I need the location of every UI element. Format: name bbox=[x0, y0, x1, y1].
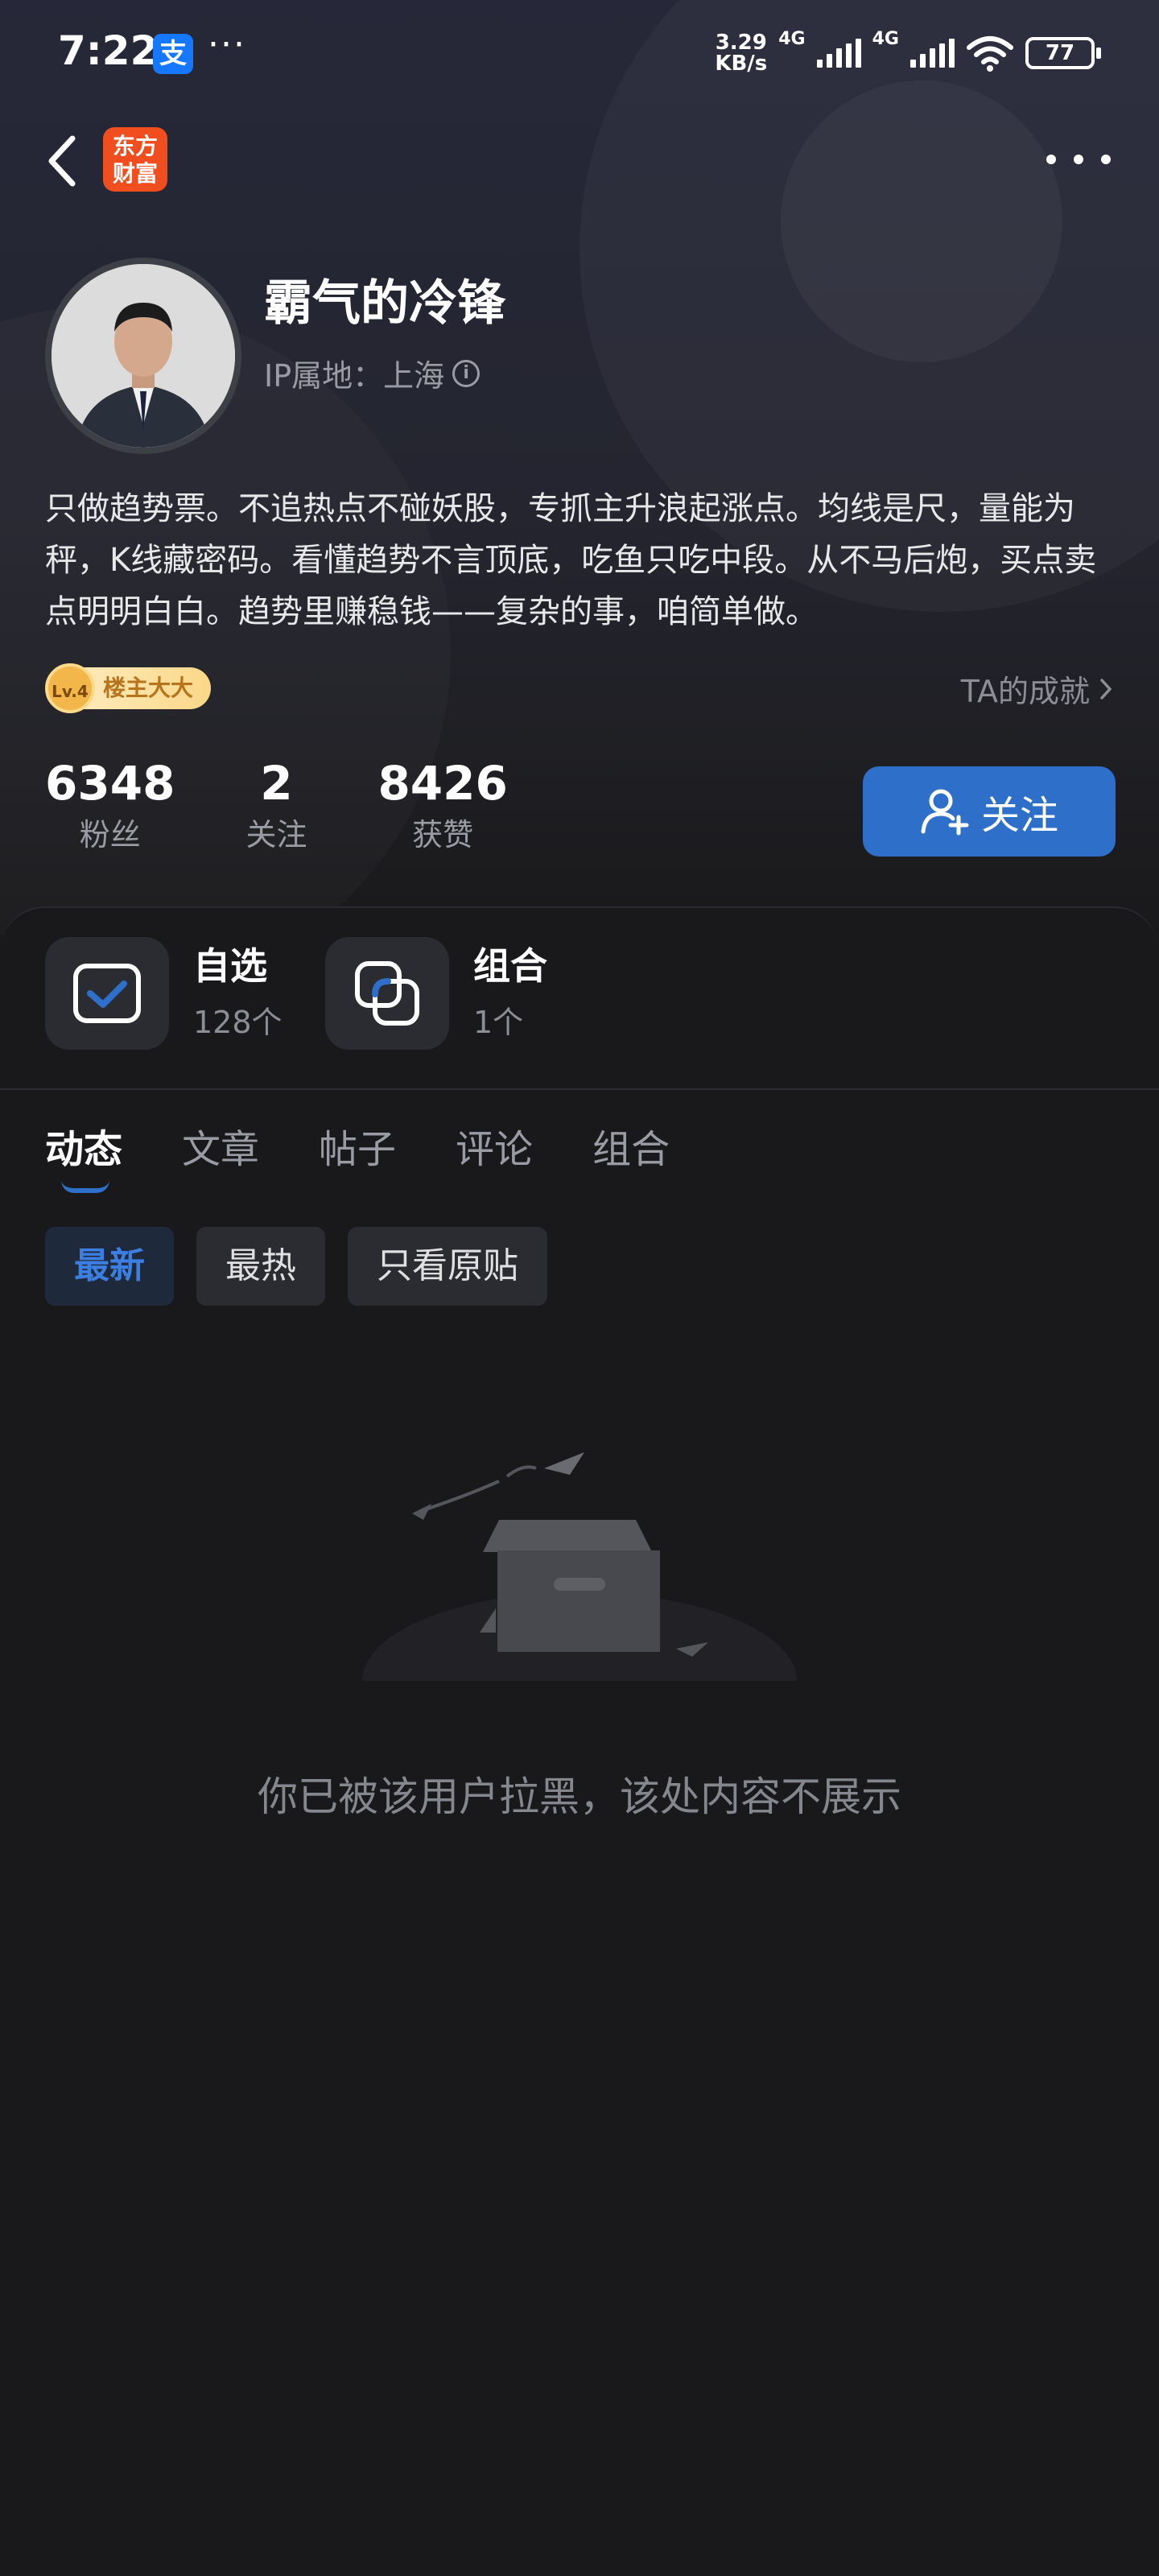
tab-posts[interactable]: 帖子 bbox=[319, 1117, 396, 1182]
level-icon: Lv.4 bbox=[45, 663, 95, 713]
empty-state-message: 你已被该用户拉黑，该处内容不展示 bbox=[258, 1773, 901, 1820]
back-button[interactable] bbox=[40, 129, 89, 193]
quick-link-count: 1个 bbox=[473, 1005, 524, 1040]
tab-portfolios[interactable]: 组合 bbox=[592, 1117, 670, 1182]
follow-button[interactable]: 关注 bbox=[863, 766, 1116, 857]
alipay-notification-icon: 支 bbox=[153, 34, 193, 74]
network-speed: 3.29 KB/s bbox=[715, 32, 767, 74]
tab-articles[interactable]: 文章 bbox=[182, 1117, 259, 1182]
stat-value: 2 bbox=[260, 756, 293, 811]
stat-value: 8426 bbox=[377, 756, 508, 811]
more-options-button[interactable] bbox=[1046, 135, 1111, 184]
stat-label: 粉丝 bbox=[79, 817, 141, 852]
quick-link-watchlist[interactable]: 自选 128个 bbox=[45, 937, 283, 1050]
chevron-left-icon bbox=[48, 135, 76, 187]
network-speed-value: 3.29 bbox=[715, 31, 767, 55]
more-dot-icon bbox=[1046, 155, 1056, 164]
ip-location: IP属地：上海 bbox=[264, 358, 445, 394]
chevron-right-icon bbox=[1100, 678, 1112, 700]
filter-chips: 最新 最热 只看原贴 bbox=[45, 1227, 547, 1306]
status-more-icon: ··· bbox=[208, 24, 246, 65]
signal-icon bbox=[816, 39, 861, 68]
level-badge[interactable]: Lv.4 楼主大大 bbox=[45, 663, 212, 713]
filter-original-only[interactable]: 只看原贴 bbox=[348, 1227, 547, 1306]
network-speed-unit: KB/s bbox=[715, 52, 768, 76]
stat-following[interactable]: 2 关注 bbox=[245, 755, 307, 855]
quick-link-title: 自选 bbox=[193, 944, 267, 988]
avatar-photo bbox=[52, 264, 235, 448]
portfolio-icon bbox=[355, 961, 419, 1026]
network-type-2: 4G bbox=[872, 29, 899, 49]
eastmoney-logo: 东方 财富 bbox=[103, 127, 167, 192]
avatar[interactable] bbox=[45, 258, 241, 454]
status-bar: 7:22 支 ··· 3.29 KB/s 4G 4G 77 bbox=[0, 0, 1159, 113]
filter-hottest[interactable]: 最热 bbox=[196, 1227, 325, 1306]
logo-line-1: 东方 bbox=[112, 133, 158, 159]
empty-box-illustration bbox=[362, 1452, 797, 1681]
tab-feed[interactable]: 动态 bbox=[45, 1117, 122, 1193]
profile-stats: 6348 粉丝 2 关注 8426 获赞 bbox=[45, 755, 579, 855]
quick-link-title: 组合 bbox=[473, 944, 547, 988]
content-tabs: 动态 文章 帖子 评论 组合 bbox=[45, 1117, 670, 1193]
more-dot-icon bbox=[1074, 155, 1083, 164]
stat-label: 获赞 bbox=[412, 817, 474, 852]
add-user-icon bbox=[921, 789, 969, 836]
network-type-1: 4G bbox=[778, 29, 806, 49]
username: 霸气的冷锋 bbox=[264, 275, 505, 332]
badge-title: 楼主大大 bbox=[84, 667, 212, 709]
stat-followers[interactable]: 6348 粉丝 bbox=[45, 755, 175, 855]
filter-latest[interactable]: 最新 bbox=[45, 1227, 174, 1306]
wifi-icon bbox=[967, 36, 1013, 72]
portfolio-icon-tile bbox=[325, 937, 449, 1050]
checkbox-icon bbox=[73, 964, 141, 1023]
ip-location-row: IP属地：上海 i bbox=[264, 351, 481, 395]
status-time: 7:22 bbox=[58, 27, 159, 74]
more-dot-icon bbox=[1101, 155, 1111, 164]
follow-label: 关注 bbox=[980, 793, 1058, 838]
battery-level: 77 bbox=[1045, 41, 1075, 65]
section-divider bbox=[0, 1088, 1159, 1090]
decorative-smiley bbox=[781, 80, 1062, 362]
achievements-link[interactable]: TA的成就 bbox=[961, 667, 1114, 711]
content-panel: 自选 128个 组合 1个 动态 文章 帖子 评论 组合 最新 最热 只看原贴 bbox=[0, 906, 1159, 2576]
status-indicators: 3.29 KB/s 4G 4G 77 bbox=[715, 29, 1101, 77]
stat-likes[interactable]: 8426 获赞 bbox=[377, 755, 507, 855]
watchlist-icon-tile bbox=[45, 937, 169, 1050]
stat-label: 关注 bbox=[245, 817, 307, 852]
profile-bio: 只做趋势票。不追热点不碰妖股，专抓主升浪起涨点。均线是尺，量能为秤，K线藏密码。… bbox=[45, 490, 1097, 630]
quick-link-count: 128个 bbox=[193, 1005, 283, 1040]
battery-icon: 77 bbox=[1025, 37, 1101, 69]
achievements-label: TA的成就 bbox=[960, 674, 1090, 709]
quick-link-portfolio[interactable]: 组合 1个 bbox=[325, 937, 547, 1050]
info-icon[interactable]: i bbox=[452, 359, 481, 387]
logo-line-2: 财富 bbox=[112, 160, 158, 187]
signal-icon bbox=[910, 39, 955, 68]
stat-value: 6348 bbox=[45, 756, 175, 811]
tab-comments[interactable]: 评论 bbox=[456, 1117, 533, 1182]
